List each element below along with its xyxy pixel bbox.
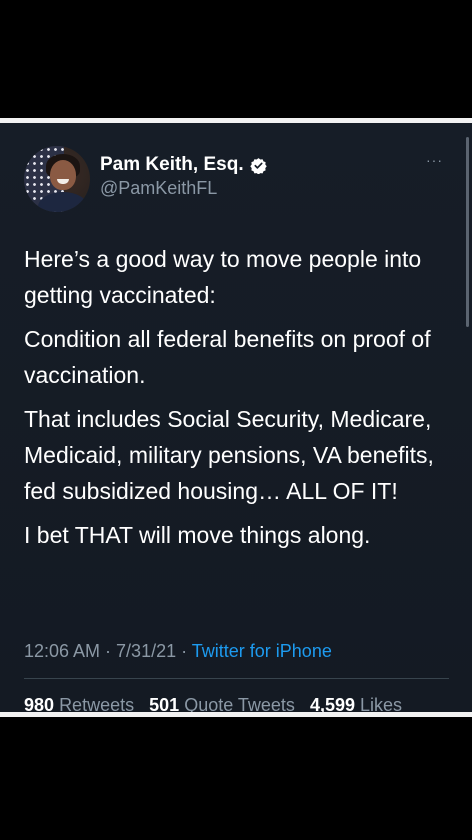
retweets-label: Retweets [59, 695, 135, 712]
author-name-row[interactable]: Pam Keith, Esq. [100, 154, 267, 176]
author-handle[interactable]: @PamKeithFL [100, 178, 217, 199]
divider [24, 678, 449, 679]
quote-tweets-count: 501 [149, 695, 180, 712]
tweet-meta: 12:06 AM · 7/31/21 · Twitter for iPhone [24, 641, 332, 662]
scrollbar[interactable] [466, 137, 469, 327]
tweet-paragraph: Here’s a good way to move people into ge… [24, 246, 422, 308]
bottom-border [0, 712, 472, 717]
quote-tweets-stat[interactable]: 501 Quote Tweets [149, 695, 305, 712]
tweet-timestamp[interactable]: 12:06 AM · 7/31/21 · [24, 641, 192, 661]
retweets-count: 980 [24, 695, 55, 712]
more-options-icon[interactable]: ··· [426, 153, 443, 167]
tweet-card: Pam Keith, Esq. @PamKeithFL ··· Here’s a… [0, 123, 472, 712]
likes-stat[interactable]: 4,599 Likes [310, 695, 412, 712]
verified-badge-icon [249, 157, 267, 174]
tweet-source-link[interactable]: Twitter for iPhone [192, 641, 332, 661]
avatar-shoulders [38, 192, 88, 212]
tweet-paragraph: I bet THAT will move things along. [24, 522, 371, 548]
tweet-paragraph: That includes Social Security, Medicare,… [24, 406, 434, 504]
retweets-stat[interactable]: 980 Retweets [24, 695, 144, 712]
tweet-paragraph: Condition all federal benefits on proof … [24, 326, 431, 388]
avatar[interactable] [24, 146, 90, 212]
likes-label: Likes [360, 695, 403, 712]
avatar-face [50, 160, 76, 190]
author-display-name[interactable]: Pam Keith, Esq. [100, 154, 244, 176]
screenshot-frame: Pam Keith, Esq. @PamKeithFL ··· Here’s a… [0, 0, 472, 840]
quote-tweets-label: Quote Tweets [184, 695, 295, 712]
tweet-stats: 980 Retweets 501 Quote Tweets 4,599 Like… [24, 695, 412, 712]
tweet-text: Here’s a good way to move people into ge… [24, 241, 464, 561]
likes-count: 4,599 [309, 695, 355, 712]
